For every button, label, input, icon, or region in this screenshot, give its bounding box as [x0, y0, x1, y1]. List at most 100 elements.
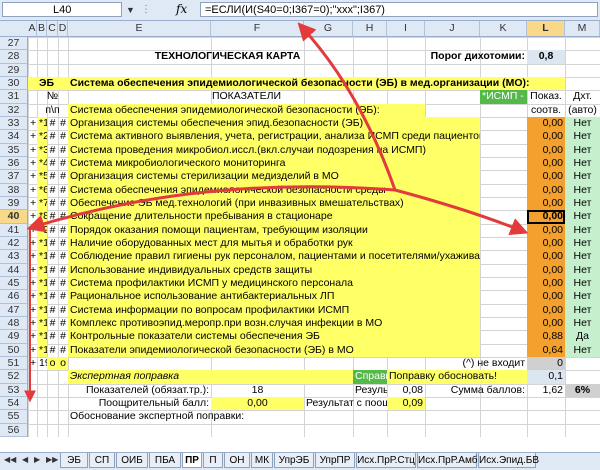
indicator-text[interactable]: Порядок оказания помощи пациентам, требу… [68, 224, 480, 237]
item-hash[interactable]: # [47, 330, 58, 343]
row-header-37[interactable]: 37 [0, 170, 27, 183]
expand-plus[interactable]: + [28, 344, 37, 357]
column-header-m[interactable]: M [565, 21, 600, 36]
dichotomy-cell[interactable]: Нет [565, 144, 600, 157]
score-cell[interactable]: 0,00 [527, 130, 565, 143]
item-number[interactable]: *5 [37, 170, 47, 183]
expert-label[interactable]: Экспертная поправка [68, 370, 353, 383]
item-hash[interactable]: # [58, 157, 68, 170]
threshold-value[interactable]: 0,8 [527, 50, 565, 63]
prev-sheet-icon[interactable]: ◀ [22, 455, 28, 464]
sheet-tab[interactable]: ПБА [149, 453, 181, 468]
item-hash[interactable]: # [47, 250, 58, 263]
indicator-text[interactable]: Система профилактики ИСМП у медицинского… [68, 277, 480, 290]
indicators-count-label[interactable]: Показателей (обязат.тр.): [68, 384, 211, 397]
justify-warning[interactable]: Поправку обосновать! [387, 370, 527, 383]
expand-plus[interactable]: + [28, 197, 37, 210]
indicator-text[interactable]: Система проведения микробиол.иссл.(вкл.с… [68, 144, 480, 157]
sheet-tab[interactable]: Исх.ПрР.Стц [356, 453, 416, 468]
item-hash[interactable]: # [47, 277, 58, 290]
item-hash[interactable]: # [58, 117, 68, 130]
indicator-text[interactable]: Система обеспечения эпидемиологической б… [68, 184, 480, 197]
row-header-30[interactable]: 30 [0, 77, 27, 90]
result-bonus-label[interactable]: Результат с поощр.б.: [304, 397, 387, 410]
item-number[interactable]: *6 [37, 184, 47, 197]
score-cell[interactable]: 0,00 [527, 304, 565, 317]
dichotomy-cell[interactable]: Нет [565, 237, 600, 250]
row19-score[interactable]: 0 [527, 357, 565, 370]
row-header-36[interactable]: 36 [0, 157, 27, 170]
row-header-31[interactable]: 31 [0, 90, 27, 103]
item-hash[interactable]: # [47, 304, 58, 317]
dichotomy-cell[interactable]: Нет [565, 197, 600, 210]
dichotomy-cell[interactable]: Нет [565, 157, 600, 170]
score-cell[interactable]: 0,64 [527, 344, 565, 357]
item-hash[interactable]: # [58, 317, 68, 330]
item-hash[interactable]: # [47, 210, 58, 223]
item-hash[interactable]: # [47, 290, 58, 303]
expand-plus[interactable]: + [28, 290, 37, 303]
item-hash[interactable]: # [58, 290, 68, 303]
sheet-tab[interactable]: Исх.Эпид.БВ [478, 453, 536, 468]
row19-o1[interactable]: o [47, 357, 58, 370]
row-header-49[interactable]: 49 [0, 330, 27, 343]
item-hash[interactable]: # [58, 277, 68, 290]
name-box[interactable]: L40 [2, 2, 122, 17]
score-cell[interactable]: 0,00 [527, 144, 565, 157]
name-box-dropdown-icon[interactable]: ▼ [126, 2, 135, 18]
column-header-h[interactable]: H [353, 21, 387, 36]
row-header-35[interactable]: 35 [0, 144, 27, 157]
header-dht[interactable]: Дхт. [565, 90, 600, 103]
item-hash[interactable]: # [47, 170, 58, 183]
item-hash[interactable]: # [58, 197, 68, 210]
expand-plus[interactable]: + [28, 264, 37, 277]
item-number[interactable]: *13 [37, 277, 47, 290]
column-header-a[interactable]: A [28, 21, 37, 36]
item-hash[interactable]: # [47, 117, 58, 130]
score-cell[interactable]: 0,00 [527, 184, 565, 197]
header-indicators[interactable]: ПОКАЗАТЕЛИ [68, 90, 425, 103]
column-header-b[interactable]: B [37, 21, 47, 36]
item-hash[interactable]: # [58, 250, 68, 263]
dichotomy-cell[interactable]: Нет [565, 277, 600, 290]
row-header-52[interactable]: 52 [0, 370, 27, 383]
expand-plus[interactable]: + [28, 304, 37, 317]
result-value[interactable]: 0,08 [387, 384, 425, 397]
row-header-29[interactable]: 29 [0, 64, 27, 77]
dichotomy-cell[interactable]: Нет [565, 264, 600, 277]
sheet-title[interactable]: ТЕХНОЛОГИЧЕСКАЯ КАРТА [68, 50, 387, 63]
sheet-tab[interactable]: СП [89, 453, 115, 468]
expand-plus[interactable]: + [28, 130, 37, 143]
row-header-55[interactable]: 55 [0, 410, 27, 423]
header-num[interactable]: № [37, 90, 68, 103]
score-cell[interactable]: 0,00 [527, 197, 565, 210]
dichotomy-cell[interactable]: Нет [565, 224, 600, 237]
expand-plus[interactable]: + [28, 157, 37, 170]
dichotomy-cell[interactable]: Нет [565, 250, 600, 263]
justification-label[interactable]: Обоснование экспертной поправки: [68, 410, 387, 423]
row19-o2[interactable]: o [58, 357, 68, 370]
score-cell[interactable]: 0,00 [527, 290, 565, 303]
row-header-33[interactable]: 33 [0, 117, 27, 130]
row-header-53[interactable]: 53 [0, 384, 27, 397]
sheet-tab[interactable]: ОН [224, 453, 250, 468]
dichotomy-cell[interactable]: Нет [565, 210, 600, 223]
row-header-41[interactable]: 41 [0, 224, 27, 237]
dichotomy-cell[interactable]: Нет [565, 170, 600, 183]
dichotomy-cell[interactable]: Нет [565, 317, 600, 330]
column-header-g[interactable]: G [304, 21, 353, 36]
indicator-text[interactable]: Наличие оборудованных мест для мытья и о… [68, 237, 480, 250]
help-button[interactable]: Справка [353, 370, 387, 383]
bonus-label[interactable]: Поощрительный балл: [68, 397, 211, 410]
item-hash[interactable]: # [58, 330, 68, 343]
item-number[interactable]: *3 [37, 144, 47, 157]
sum-value[interactable]: 1,62 [527, 384, 565, 397]
expand-plus[interactable]: + [28, 357, 37, 370]
dichotomy-cell[interactable]: Да [565, 330, 600, 343]
item-hash[interactable]: # [47, 197, 58, 210]
item-number[interactable]: *4 [37, 157, 47, 170]
row-header-47[interactable]: 47 [0, 304, 27, 317]
expert-value[interactable]: 0,1 [527, 370, 565, 383]
row-header-43[interactable]: 43 [0, 250, 27, 263]
score-cell[interactable]: 0,00 [527, 117, 565, 130]
